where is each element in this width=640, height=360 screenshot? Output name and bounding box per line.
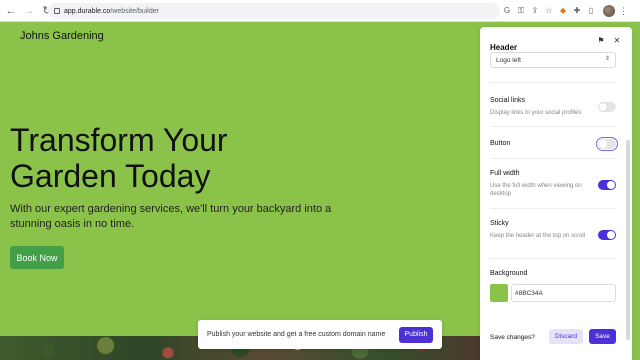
header-layout-value: Logo left: [496, 56, 521, 64]
hero-title[interactable]: Transform Your Garden Today: [10, 122, 340, 194]
publish-banner-text: Publish your website and get a free cust…: [207, 331, 386, 338]
share-icon[interactable]: ⇪: [530, 6, 540, 16]
background-color-input[interactable]: #8BC34A: [511, 284, 616, 302]
sticky-toggle[interactable]: [598, 230, 616, 240]
panel-scrollbar[interactable]: [626, 140, 630, 340]
avatar[interactable]: [603, 5, 615, 17]
sticky-label: Sticky: [490, 220, 509, 227]
social-links-label: Social links: [490, 97, 526, 104]
button-label: Button: [490, 140, 511, 147]
book-now-button[interactable]: Book Now: [10, 246, 64, 269]
background-label: Background: [490, 270, 528, 277]
lock-icon: [54, 8, 60, 14]
flag-icon[interactable]: ⚑: [596, 36, 606, 45]
background-color-swatch[interactable]: [490, 284, 508, 302]
url-host: app.durable.co: [64, 7, 111, 15]
browser-toolbar: ← → ↻ app.durable.co/website/builder G ⚿…: [0, 0, 640, 22]
divider: [490, 158, 616, 159]
header-settings-panel: Header ⚑ ✕ Logo left ⇕ Social links Disp…: [480, 27, 632, 360]
social-links-desc: Display links to your social profiles: [490, 110, 582, 116]
divider: [490, 208, 616, 209]
save-changes-label: Save changes?: [490, 334, 535, 341]
kebab-menu-icon[interactable]: ⋮: [619, 6, 628, 17]
site-logo[interactable]: Johns Gardening: [20, 30, 104, 42]
forward-arrow-icon[interactable]: →: [22, 4, 36, 18]
sidebar-icon[interactable]: ▯: [586, 6, 596, 16]
social-links-toggle[interactable]: [598, 102, 616, 112]
back-arrow-icon[interactable]: ←: [4, 4, 18, 18]
toggle-knob: [607, 231, 615, 239]
toggle-knob: [599, 140, 607, 148]
star-icon[interactable]: ☆: [544, 6, 554, 16]
divider: [490, 126, 616, 127]
divider: [490, 82, 616, 83]
key-icon[interactable]: ⚿: [516, 6, 526, 16]
save-button[interactable]: Save: [589, 329, 616, 344]
full-width-desc: Use the full width when viewing on deskt…: [490, 183, 582, 197]
header-layout-select[interactable]: Logo left ⇕: [490, 52, 616, 68]
toggle-knob: [599, 103, 607, 111]
background-color-value: #8BC34A: [515, 289, 543, 297]
extensions-bar: G ⚿ ⇪ ☆ ◆ ✚ ▯ ⋮: [502, 3, 628, 19]
sticky-desc: Keep the header at the top on scroll: [490, 233, 586, 239]
panel-header: Header ⚑ ✕: [490, 36, 622, 52]
close-icon[interactable]: ✕: [612, 36, 622, 45]
panel-title: Header: [490, 43, 518, 52]
fox-extension-icon[interactable]: ◆: [558, 6, 568, 16]
hero-subtitle[interactable]: With our expert gardening services, we'l…: [10, 202, 340, 232]
discard-button[interactable]: Discard: [549, 329, 583, 344]
url-path: /website/builder: [110, 7, 159, 15]
full-width-toggle[interactable]: [598, 180, 616, 190]
publish-button[interactable]: Publish: [399, 326, 433, 343]
google-icon[interactable]: G: [502, 6, 512, 16]
full-width-label: Full width: [490, 170, 520, 177]
chevron-updown-icon: ⇕: [604, 56, 610, 62]
puzzle-extension-icon[interactable]: ✚: [572, 6, 582, 16]
divider: [490, 258, 616, 259]
publish-banner: Publish your website and get a free cust…: [198, 320, 442, 349]
toggle-knob: [607, 181, 615, 189]
address-bar[interactable]: app.durable.co/website/builder: [48, 3, 500, 19]
button-toggle[interactable]: [596, 137, 618, 151]
